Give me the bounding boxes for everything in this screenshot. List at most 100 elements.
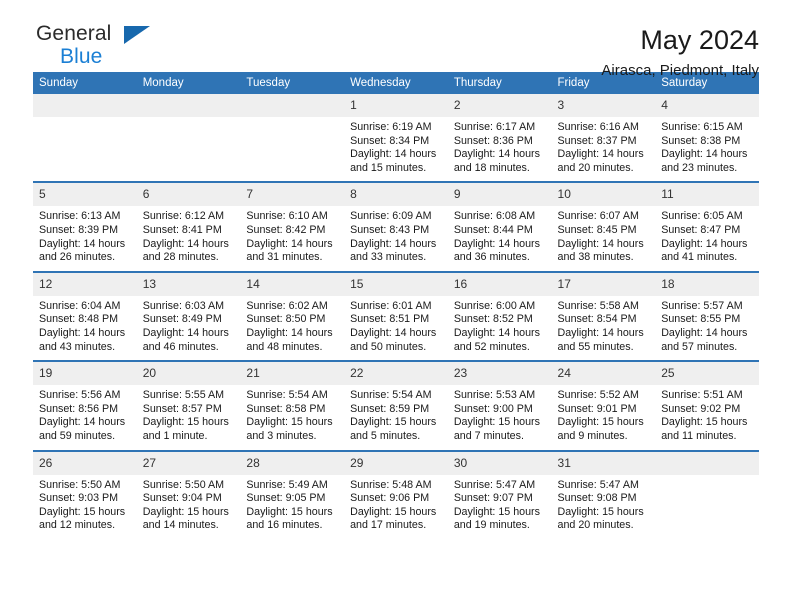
calendar-day-cell[interactable]: 28 Sunrise: 5:49 AM Sunset: 9:05 PM Dayligh… — [240, 449, 345, 539]
day-details: Sunrise: 5:57 AM Sunset: 8:55 PM Daylight:… — [655, 296, 759, 360]
daylight-text: Daylight: 15 hours and 11 minutes. — [661, 416, 748, 442]
calendar-day-cell[interactable]: 24 Sunrise: 5:52 AM Sunset: 9:01 PM Dayligh… — [551, 360, 656, 451]
calendar-body: 1 Sunrise: 6:19 AM Sunset: 8:34 PM Daylight… — [33, 94, 759, 539]
daylight-text: Daylight: 14 hours and 43 minutes. — [39, 326, 126, 353]
sunrise-text: Sunrise: 6:10 AM — [246, 210, 328, 223]
calendar-day-cell[interactable]: 26 Sunrise: 5:50 AM Sunset: 9:03 PM Dayligh… — [33, 449, 137, 539]
sunrise-text: Sunrise: 6:12 AM — [142, 210, 225, 223]
day-details: Sunrise: 6:13 AM Sunset: 8:39 PM Daylight:… — [33, 206, 137, 270]
day-details: Sunrise: 6:04 AM Sunset: 8:48 PM Daylight:… — [33, 296, 137, 360]
calendar-day-cell[interactable]: 3 Sunrise: 6:16 AM Sunset: 8:37 PM Daylight… — [551, 94, 656, 183]
day-number — [240, 94, 345, 117]
calendar-day-cell[interactable]: 13 Sunrise: 6:03 AM Sunset: 8:49 PM Dayligh… — [136, 270, 241, 362]
day-number: 1 — [344, 94, 448, 117]
sunrise-text: Sunrise: 5:53 AM — [453, 389, 536, 402]
sunrise-text: Sunrise: 6:09 AM — [350, 210, 432, 223]
day-details: Sunrise: 5:58 AM Sunset: 8:54 PM Daylight:… — [552, 296, 656, 360]
day-number: 20 — [136, 362, 241, 386]
sunrise-text: Sunrise: 6:04 AM — [39, 299, 121, 312]
daylight-text: Daylight: 14 hours and 57 minutes. — [661, 326, 748, 353]
sunrise-text: Sunrise: 6:15 AM — [661, 121, 743, 133]
day-number: 6 — [136, 183, 241, 207]
calendar-day-cell[interactable]: 7 Sunrise: 6:10 AM Sunset: 8:42 PM Daylight… — [240, 181, 345, 272]
calendar-week-row: 12 Sunrise: 6:04 AM Sunset: 8:48 PM Dayligh… — [33, 270, 759, 362]
sunset-text: Sunset: 8:52 PM — [453, 313, 533, 326]
sunset-text: Sunset: 9:07 PM — [453, 492, 533, 505]
calendar-day-cell[interactable]: 23 Sunrise: 5:53 AM Sunset: 9:00 PM Dayligh… — [447, 360, 552, 451]
calendar-day-cell[interactable]: 10 Sunrise: 6:07 AM Sunset: 8:45 PM Dayligh… — [551, 181, 656, 272]
day-number — [33, 94, 137, 117]
daylight-text: Daylight: 14 hours and 31 minutes. — [246, 237, 333, 264]
day-number: 25 — [655, 362, 759, 386]
daylight-text: Daylight: 15 hours and 20 minutes. — [557, 505, 644, 532]
day-number: 3 — [551, 94, 656, 117]
daylight-text: Daylight: 14 hours and 46 minutes. — [142, 326, 229, 353]
sunset-text: Sunset: 9:03 PM — [39, 492, 119, 505]
sunrise-text: Sunrise: 6:03 AM — [142, 299, 225, 312]
day-details: Sunrise: 6:09 AM Sunset: 8:43 PM Daylight:… — [344, 206, 448, 270]
weekday-header-sunday: Sunday — [33, 72, 137, 94]
calendar-day-cell[interactable]: 1 Sunrise: 6:19 AM Sunset: 8:34 PM Daylight… — [344, 94, 448, 183]
day-number: 12 — [33, 272, 137, 296]
calendar-day-cell[interactable]: 11 Sunrise: 6:05 AM Sunset: 8:47 PM Dayligh… — [655, 181, 759, 272]
sunrise-text: Sunrise: 5:56 AM — [39, 389, 121, 402]
sunset-text: Sunset: 8:38 PM — [661, 134, 741, 147]
title-block: May 2024 Airasca, Piedmont, Italy — [601, 22, 759, 82]
daylight-text: Daylight: 14 hours and 48 minutes. — [246, 326, 333, 353]
calendar-day-cell[interactable]: 2 Sunrise: 6:17 AM Sunset: 8:36 PM Daylight… — [447, 94, 552, 183]
day-details: Sunrise: 6:17 AM Sunset: 8:36 PM Daylight:… — [448, 117, 552, 181]
calendar-day-cell-empty — [655, 449, 759, 539]
calendar-day-cell[interactable]: 12 Sunrise: 6:04 AM Sunset: 8:48 PM Dayligh… — [33, 270, 137, 362]
sunset-text: Sunset: 9:08 PM — [557, 492, 637, 505]
calendar-day-cell[interactable]: 14 Sunrise: 6:02 AM Sunset: 8:50 PM Dayligh… — [240, 270, 345, 362]
daylight-text: Daylight: 15 hours and 5 minutes. — [350, 416, 437, 442]
calendar-day-cell[interactable]: 20 Sunrise: 5:55 AM Sunset: 8:57 PM Dayligh… — [136, 360, 241, 451]
day-number: 28 — [240, 451, 345, 475]
calendar-day-cell[interactable]: 17 Sunrise: 5:58 AM Sunset: 8:54 PM Dayligh… — [551, 270, 656, 362]
brand-logo[interactable]: General Blue — [33, 22, 163, 74]
calendar-day-cell[interactable]: 22 Sunrise: 5:54 AM Sunset: 8:59 PM Dayligh… — [344, 360, 448, 451]
sunset-text: Sunset: 8:51 PM — [350, 313, 430, 326]
sunrise-text: Sunrise: 6:01 AM — [350, 299, 432, 312]
calendar-day-cell[interactable]: 29 Sunrise: 5:48 AM Sunset: 9:06 PM Dayligh… — [344, 449, 448, 539]
day-number: 19 — [33, 362, 137, 386]
calendar-day-cell[interactable]: 21 Sunrise: 5:54 AM Sunset: 8:58 PM Dayligh… — [240, 360, 345, 451]
weekday-header-tuesday: Tuesday — [240, 72, 345, 94]
day-details: Sunrise: 5:55 AM Sunset: 8:57 PM Daylight:… — [137, 385, 241, 449]
calendar-day-cell[interactable]: 15 Sunrise: 6:01 AM Sunset: 8:51 PM Dayligh… — [344, 270, 448, 362]
daylight-text: Daylight: 14 hours and 59 minutes. — [39, 416, 126, 442]
day-number: 14 — [240, 272, 345, 296]
calendar-day-cell[interactable]: 19 Sunrise: 5:56 AM Sunset: 8:56 PM Dayligh… — [33, 360, 137, 451]
sunset-text: Sunset: 8:49 PM — [142, 313, 222, 326]
calendar-day-cell[interactable]: 16 Sunrise: 6:00 AM Sunset: 8:52 PM Dayligh… — [447, 270, 552, 362]
day-number: 31 — [551, 451, 656, 475]
calendar-day-cell[interactable]: 31 Sunrise: 5:47 AM Sunset: 9:08 PM Dayligh… — [551, 449, 656, 539]
daylight-text: Daylight: 14 hours and 41 minutes. — [661, 237, 748, 264]
day-details: Sunrise: 5:51 AM Sunset: 9:02 PM Daylight:… — [655, 385, 759, 449]
day-number — [655, 451, 759, 475]
daylight-text: Daylight: 14 hours and 23 minutes. — [661, 148, 748, 174]
calendar-day-cell[interactable]: 27 Sunrise: 5:50 AM Sunset: 9:04 PM Dayligh… — [136, 449, 241, 539]
sunset-text: Sunset: 8:45 PM — [557, 223, 637, 236]
sunset-text: Sunset: 9:01 PM — [557, 402, 637, 415]
sunset-text: Sunset: 9:06 PM — [350, 492, 430, 505]
daylight-text: Daylight: 15 hours and 1 minute. — [142, 416, 229, 442]
calendar-day-cell[interactable]: 4 Sunrise: 6:15 AM Sunset: 8:38 PM Daylight… — [655, 94, 759, 183]
day-number: 30 — [447, 451, 552, 475]
weekday-header-wednesday: Wednesday — [344, 72, 448, 94]
daylight-text: Daylight: 15 hours and 12 minutes. — [39, 505, 126, 532]
day-details: Sunrise: 6:01 AM Sunset: 8:51 PM Daylight:… — [344, 296, 448, 360]
calendar-day-cell[interactable]: 25 Sunrise: 5:51 AM Sunset: 9:02 PM Dayligh… — [655, 360, 759, 451]
calendar-day-cell-empty — [33, 94, 137, 183]
calendar-day-cell[interactable]: 18 Sunrise: 5:57 AM Sunset: 8:55 PM Dayligh… — [655, 270, 759, 362]
calendar-day-cell[interactable]: 6 Sunrise: 6:12 AM Sunset: 8:41 PM Daylight… — [136, 181, 241, 272]
sunrise-text: Sunrise: 5:49 AM — [246, 478, 328, 491]
sunset-text: Sunset: 8:48 PM — [39, 313, 119, 326]
calendar-day-cell[interactable]: 5 Sunrise: 6:13 AM Sunset: 8:39 PM Daylight… — [33, 181, 137, 272]
calendar-day-cell[interactable]: 9 Sunrise: 6:08 AM Sunset: 8:44 PM Daylight… — [447, 181, 552, 272]
calendar-day-cell[interactable]: 30 Sunrise: 5:47 AM Sunset: 9:07 PM Dayligh… — [447, 449, 552, 539]
sunrise-text: Sunrise: 5:50 AM — [142, 478, 225, 491]
calendar-day-cell[interactable]: 8 Sunrise: 6:09 AM Sunset: 8:43 PM Daylight… — [344, 181, 448, 272]
sunrise-text: Sunrise: 6:13 AM — [39, 210, 121, 223]
day-details — [33, 117, 137, 175]
